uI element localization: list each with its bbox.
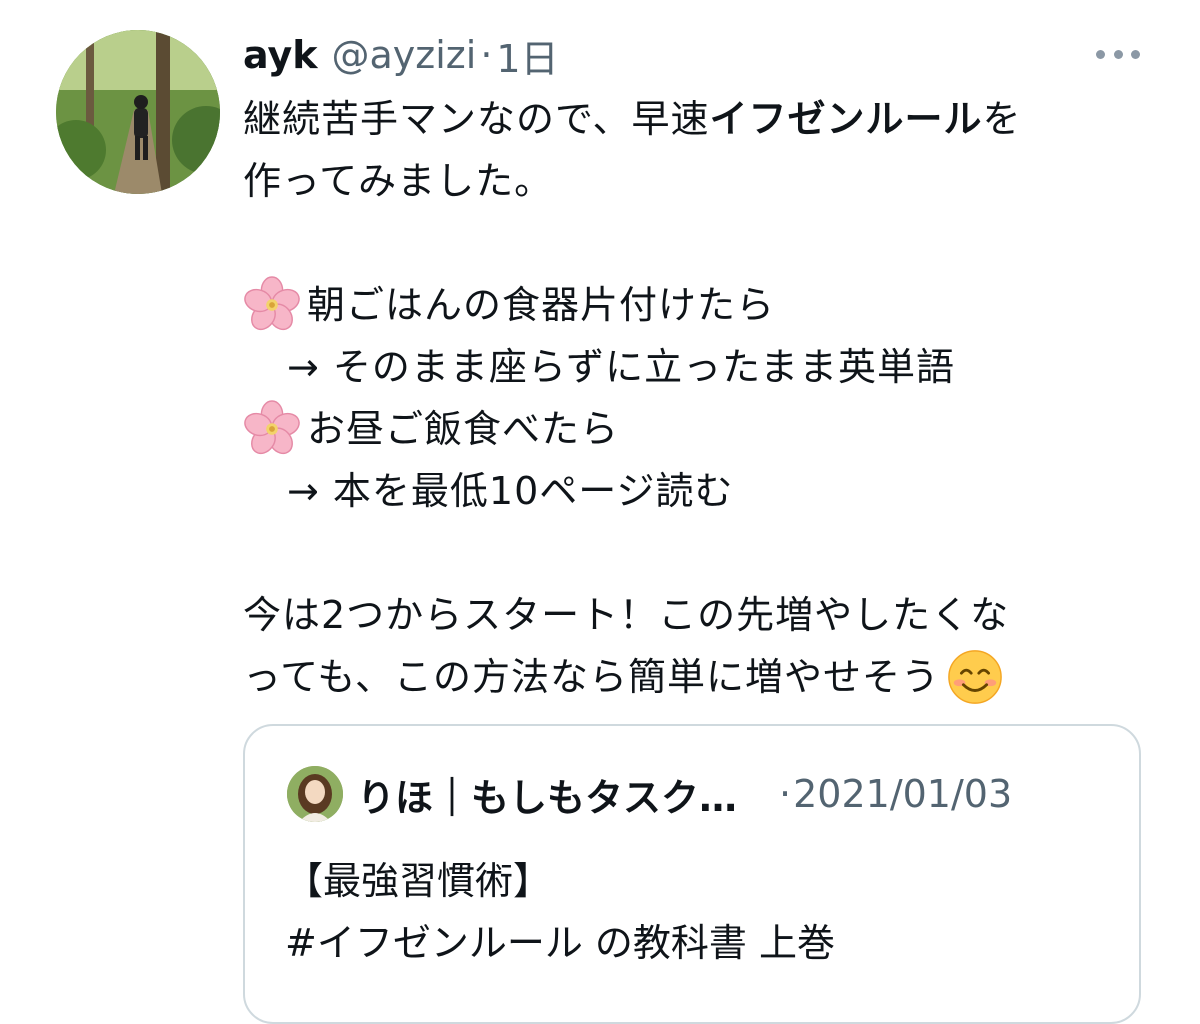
list-item-action: → 本を最低10ページ読む: [287, 469, 734, 513]
quoted-tweet-card[interactable]: りほ｜もしもタスク… · 2021/01/03 【最強習慣術】 #イフゼンルール…: [243, 724, 1141, 1024]
quoted-tweet-date[interactable]: 2021/01/03: [793, 772, 1012, 816]
quoted-author-name[interactable]: りほ｜もしもタスク…: [357, 767, 737, 822]
tweet-body: 継続苦手マンなので、早速 イフゼンルールを 作ってみました。 朝ごはんの食器片付け…: [243, 88, 1153, 708]
list-item-text: 朝ごはんの食器片付けたら: [307, 283, 776, 327]
author-avatar[interactable]: [56, 30, 220, 194]
tweet-header: ayk @ayzizi · 1日: [243, 28, 559, 83]
list-item-action: → そのまま座らずに立ったまま英単語: [287, 345, 956, 389]
list-item: お昼ご飯食べたら: [243, 398, 1153, 460]
author-name[interactable]: ayk: [243, 33, 318, 77]
list-item: 朝ごはんの食器片付けたら: [243, 274, 1153, 336]
tweet-line: 継続苦手マンなので、早速 イフゼンルールを: [243, 88, 1153, 150]
quoted-line: 【最強習慣術】: [285, 859, 552, 903]
quoted-tweet-header: りほ｜もしもタスク… · 2021/01/03: [357, 764, 1012, 824]
tweet-line: っても、この方法なら簡単に増やせそう: [243, 646, 1153, 708]
forest-path-photo: [56, 30, 220, 194]
more-horizontal-icon[interactable]: [1096, 42, 1140, 66]
cherry-blossom-icon: [244, 276, 300, 331]
quoted-author-avatar[interactable]: [287, 766, 343, 822]
separator-dot: ·: [480, 33, 493, 77]
separator-dot: ·: [779, 772, 792, 816]
tweet-line: 作ってみました。: [243, 159, 554, 203]
text-segment: っても、この方法なら簡単に増やせそう: [243, 655, 941, 699]
cherry-blossom-icon: [244, 400, 300, 455]
author-handle[interactable]: @ayzizi: [332, 33, 477, 77]
woman-portrait-photo: [287, 766, 343, 822]
tweet-time[interactable]: 1日: [496, 28, 558, 83]
smiling-face-icon: [948, 650, 1002, 704]
tweet-line: 今は2つからスタート！この先増やしたくな: [243, 593, 1010, 637]
quoted-tweet-body: 【最強習慣術】 #イフゼンルール の教科書 上巻: [285, 850, 835, 974]
text-segment: を: [982, 97, 1022, 141]
list-item-text: お昼ご飯食べたら: [307, 407, 620, 451]
quoted-line: #イフゼンルール の教科書 上巻: [285, 921, 835, 965]
text-segment: 継続苦手マンなので、早速: [243, 97, 710, 141]
bold-keyword: イフゼンルール: [709, 97, 983, 141]
